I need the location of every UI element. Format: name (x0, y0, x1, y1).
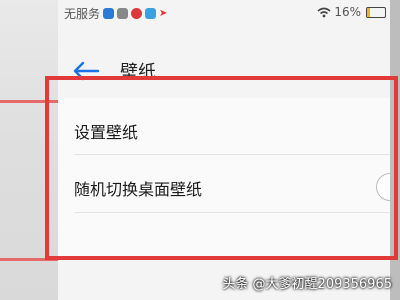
set-wallpaper-label: 设置壁纸 (74, 123, 139, 142)
random-switch-item[interactable]: 随机切换桌面壁纸 (58, 160, 390, 216)
random-switch-toggle[interactable] (376, 173, 390, 201)
battery-percent: 16% (334, 5, 361, 19)
battery-icon (366, 6, 386, 18)
status-bar: 无服务 ➤ 16% (58, 0, 390, 24)
background-stripe (0, 100, 58, 103)
background-right-panel (390, 0, 400, 300)
app-icon (117, 8, 129, 19)
phone-screen: 无服务 ➤ 16% 壁纸 设置壁纸 随机切换桌面壁纸 (58, 0, 390, 300)
status-left: 无服务 ➤ (64, 5, 167, 22)
background-stripe (0, 258, 58, 261)
wifi-icon (317, 7, 331, 17)
list-divider (74, 212, 390, 213)
list-divider (74, 154, 390, 155)
carrier-text: 无服务 (64, 7, 101, 21)
status-right: 16% (317, 5, 386, 19)
battery-fill (367, 7, 370, 17)
back-arrow-icon[interactable] (72, 60, 100, 82)
set-wallpaper-item[interactable]: 设置壁纸 (58, 102, 390, 158)
random-switch-label: 随机切换桌面壁纸 (74, 180, 203, 199)
settings-list: 设置壁纸 随机切换桌面壁纸 (58, 98, 390, 258)
arrow-icon: ➤ (159, 8, 168, 19)
title-bar: 壁纸 (58, 56, 390, 90)
shield-icon (145, 8, 157, 19)
background-left-panel (0, 0, 58, 300)
weibo-icon (131, 8, 143, 19)
page-title: 壁纸 (120, 62, 156, 83)
watermark: 头条 @大爹初醒209356965 (222, 277, 392, 292)
message-icon (103, 8, 115, 19)
